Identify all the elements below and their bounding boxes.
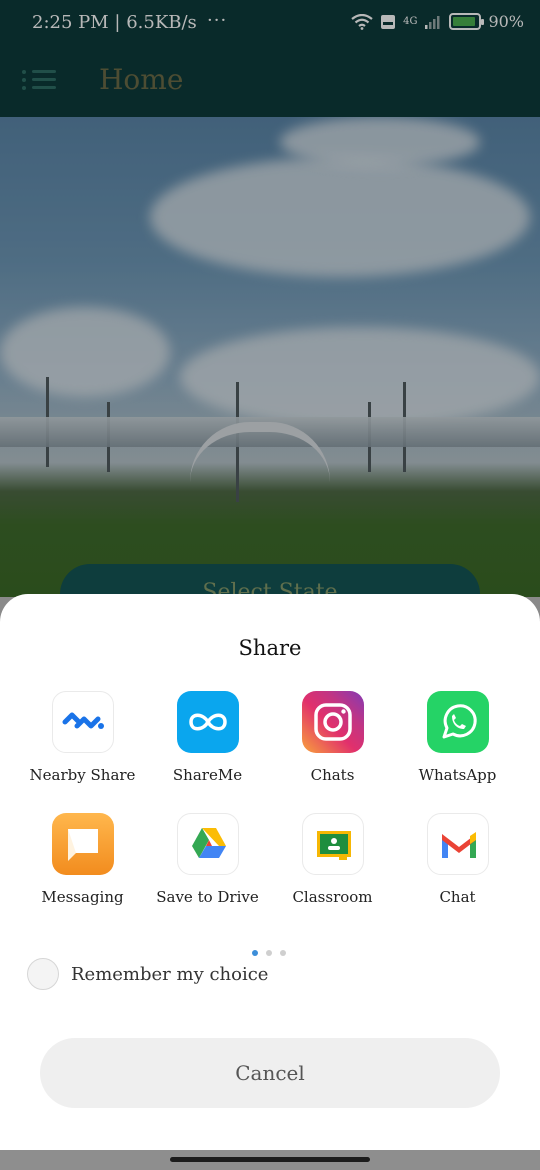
remember-choice-radio[interactable] bbox=[27, 958, 59, 990]
shareme-icon bbox=[176, 691, 239, 753]
share-target-save-to-drive[interactable]: Save to Drive bbox=[145, 813, 270, 906]
share-target-gmail-chat[interactable]: Chat bbox=[395, 813, 520, 906]
cancel-button[interactable]: Cancel bbox=[40, 1038, 500, 1108]
page-indicator-dot bbox=[266, 950, 272, 956]
scrim-overlay bbox=[0, 0, 540, 597]
share-sheet: Share Nearby Share ShareMe Chats WhatsAp… bbox=[0, 594, 540, 1150]
page-indicator bbox=[252, 950, 286, 956]
home-gesture-handle[interactable] bbox=[170, 1157, 370, 1162]
share-target-classroom[interactable]: Classroom bbox=[270, 813, 395, 906]
share-target-nearby-share[interactable]: Nearby Share bbox=[20, 691, 145, 784]
gmail-icon bbox=[426, 813, 489, 875]
app-label: Nearby Share bbox=[29, 766, 136, 784]
page-indicator-dot bbox=[280, 950, 286, 956]
nearby-share-icon bbox=[51, 691, 114, 753]
share-sheet-title: Share bbox=[238, 636, 302, 660]
app-label: Messaging bbox=[41, 888, 124, 906]
app-label: Chats bbox=[310, 766, 355, 784]
app-label: Classroom bbox=[292, 888, 373, 906]
remember-choice-row[interactable]: Remember my choice bbox=[27, 958, 268, 990]
cancel-label: Cancel bbox=[235, 1061, 305, 1085]
page-indicator-dot bbox=[252, 950, 258, 956]
instagram-icon bbox=[301, 691, 364, 753]
remember-choice-label: Remember my choice bbox=[71, 963, 269, 985]
app-label: Chat bbox=[439, 888, 476, 906]
app-label: WhatsApp bbox=[418, 766, 497, 784]
google-drive-icon bbox=[176, 813, 239, 875]
app-label: Save to Drive bbox=[156, 888, 259, 906]
google-classroom-icon bbox=[301, 813, 364, 875]
app-label: ShareMe bbox=[172, 766, 243, 784]
share-target-instagram-chats[interactable]: Chats bbox=[270, 691, 395, 784]
navigation-bar bbox=[0, 1150, 540, 1170]
messaging-icon bbox=[51, 813, 114, 875]
share-target-whatsapp[interactable]: WhatsApp bbox=[395, 691, 520, 784]
share-target-messaging[interactable]: Messaging bbox=[20, 813, 145, 906]
share-target-shareme[interactable]: ShareMe bbox=[145, 691, 270, 784]
whatsapp-icon bbox=[426, 691, 489, 753]
